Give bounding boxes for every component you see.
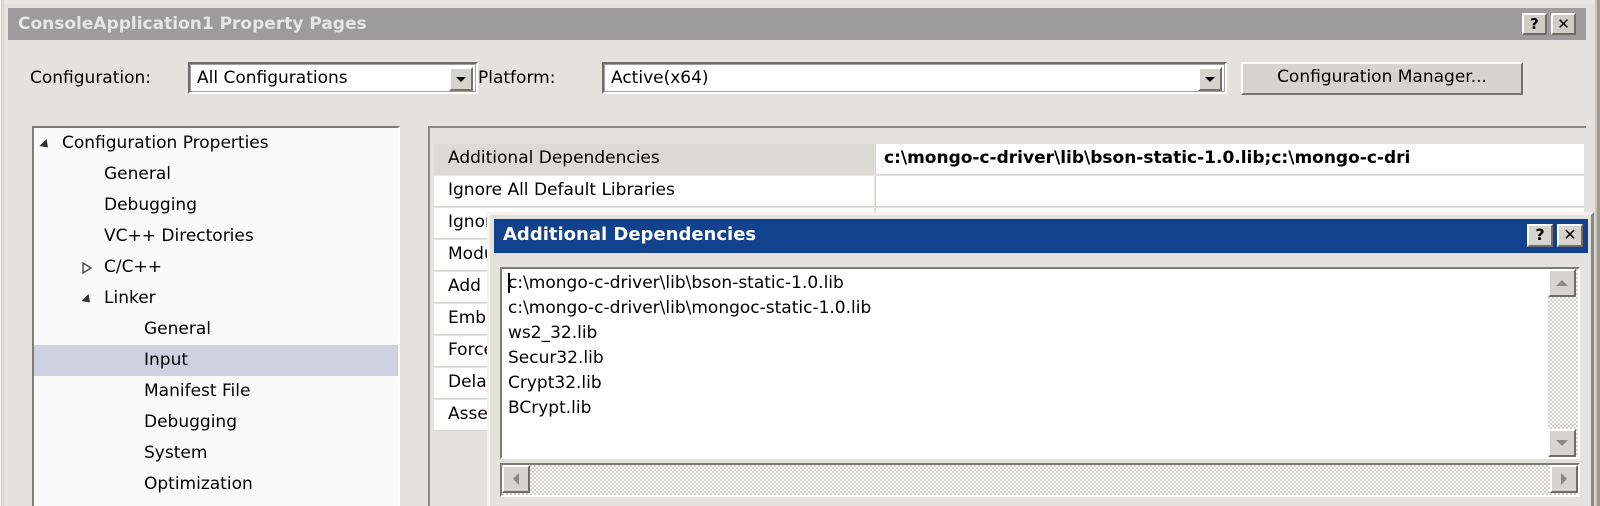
window-frame-top — [0, 0, 1600, 4]
property-name-cell[interactable]: Additional Dependencies — [434, 144, 874, 175]
window-title: ConsoleApplication1 Property Pages — [18, 14, 367, 34]
tree-item-system[interactable]: System — [34, 438, 398, 469]
tree-item-linker[interactable]: Linker — [34, 283, 398, 314]
tree-item-label: VC++ Directories — [104, 226, 254, 246]
triangle-right-icon — [1561, 473, 1567, 485]
tree-item-label: C/C++ — [104, 257, 162, 277]
configuration-bar: Configuration: All Configurations Platfo… — [8, 48, 1586, 106]
tree-item-configuration-properties[interactable]: Configuration Properties — [34, 128, 398, 159]
vertical-scrollbar[interactable] — [1548, 269, 1578, 457]
tree-item-debugging[interactable]: Debugging — [34, 407, 398, 438]
triangle-down-icon — [1556, 440, 1568, 446]
help-button[interactable]: ? — [1522, 13, 1547, 35]
tree-item-general[interactable]: General — [34, 159, 398, 190]
scroll-left-button[interactable] — [502, 465, 530, 493]
triangle-expanded-icon[interactable] — [39, 138, 52, 152]
dependencies-text: c:\mongo-c-driver\lib\bson-static-1.0.li… — [508, 273, 872, 418]
triangle-up-icon — [1556, 280, 1568, 286]
triangle-left-icon — [513, 473, 519, 485]
platform-dropdown-value: Active(x64) — [611, 68, 709, 88]
triangle-expanded-icon[interactable] — [81, 293, 94, 307]
scroll-down-button[interactable] — [1548, 429, 1576, 457]
property-value-cell[interactable] — [875, 176, 1584, 207]
property-name-cell[interactable]: Ignore All Default Libraries — [434, 176, 874, 207]
tree-item-debugging[interactable]: Debugging — [34, 190, 398, 221]
tree-item-label: Configuration Properties — [62, 133, 269, 153]
property-row[interactable]: Additional Dependencies c:\mongo-c-driver… — [434, 144, 1584, 176]
window-frame-right — [1595, 0, 1600, 506]
property-value-cell[interactable]: c:\mongo-c-driver\lib\bson-static-1.0.li… — [875, 144, 1584, 175]
dependencies-textarea[interactable]: c:\mongo-c-driver\lib\bson-static-1.0.li… — [500, 267, 1580, 459]
dialog-titlebar[interactable]: Additional Dependencies ? ✕ — [494, 219, 1588, 253]
configuration-tree[interactable]: Configuration Properties General Debugging… — [32, 126, 400, 506]
tree-item-general[interactable]: General — [34, 314, 398, 345]
additional-dependencies-dialog: Additional Dependencies ? ✕ c:\mongo-c-d… — [487, 212, 1594, 506]
configuration-dropdown-inner: All Configurations — [190, 64, 476, 92]
tree-item-input[interactable]: Input — [34, 345, 398, 376]
configuration-dropdown-button[interactable] — [449, 67, 473, 91]
tree-item-label: Debugging — [144, 412, 237, 432]
dialog-help-button[interactable]: ? — [1527, 224, 1553, 247]
tree-item-label: Linker — [104, 288, 156, 308]
property-pages-window: ConsoleApplication1 Property Pages ? ✕ C… — [0, 0, 1600, 506]
tree-item-label: Input — [144, 350, 189, 370]
tree-item-label: Manifest File — [144, 381, 251, 401]
tree-item-label: General — [144, 319, 211, 339]
platform-dropdown-inner: Active(x64) — [604, 64, 1225, 92]
dialog-close-button[interactable]: ✕ — [1557, 224, 1583, 247]
tree-item-optimization[interactable]: Optimization — [34, 469, 398, 500]
configuration-dropdown-value: All Configurations — [197, 68, 348, 88]
window-titlebar[interactable]: ConsoleApplication1 Property Pages ? ✕ — [8, 8, 1586, 40]
scroll-right-button[interactable] — [1550, 465, 1578, 493]
window-frame-left — [0, 0, 4, 506]
triangle-collapsed-icon[interactable] — [82, 262, 92, 274]
horizontal-scrollbar[interactable] — [500, 463, 1580, 497]
tree-item-c-c[interactable]: C/C++ — [34, 252, 398, 283]
tree-item-label: General — [104, 164, 171, 184]
property-row[interactable]: Ignore All Default Libraries — [434, 176, 1584, 208]
scroll-up-button[interactable] — [1548, 269, 1576, 297]
platform-label: Platform: — [478, 68, 556, 88]
chevron-down-icon — [456, 77, 466, 82]
tree-item-label: Optimization — [144, 474, 253, 494]
configuration-manager-button[interactable]: Configuration Manager... — [1241, 62, 1523, 95]
dialog-title: Additional Dependencies — [503, 224, 757, 245]
chevron-down-icon — [1205, 77, 1215, 82]
tree-item-label: Debugging — [104, 195, 197, 215]
platform-dropdown[interactable]: Active(x64) — [602, 62, 1227, 94]
close-button[interactable]: ✕ — [1551, 13, 1576, 35]
configuration-dropdown[interactable]: All Configurations — [188, 62, 478, 94]
tree-item-vc-directories[interactable]: VC++ Directories — [34, 221, 398, 252]
tree-item-label: System — [144, 443, 208, 463]
platform-dropdown-button[interactable] — [1198, 67, 1222, 91]
configuration-label: Configuration: — [30, 68, 152, 88]
tree-item-manifest-file[interactable]: Manifest File — [34, 376, 398, 407]
